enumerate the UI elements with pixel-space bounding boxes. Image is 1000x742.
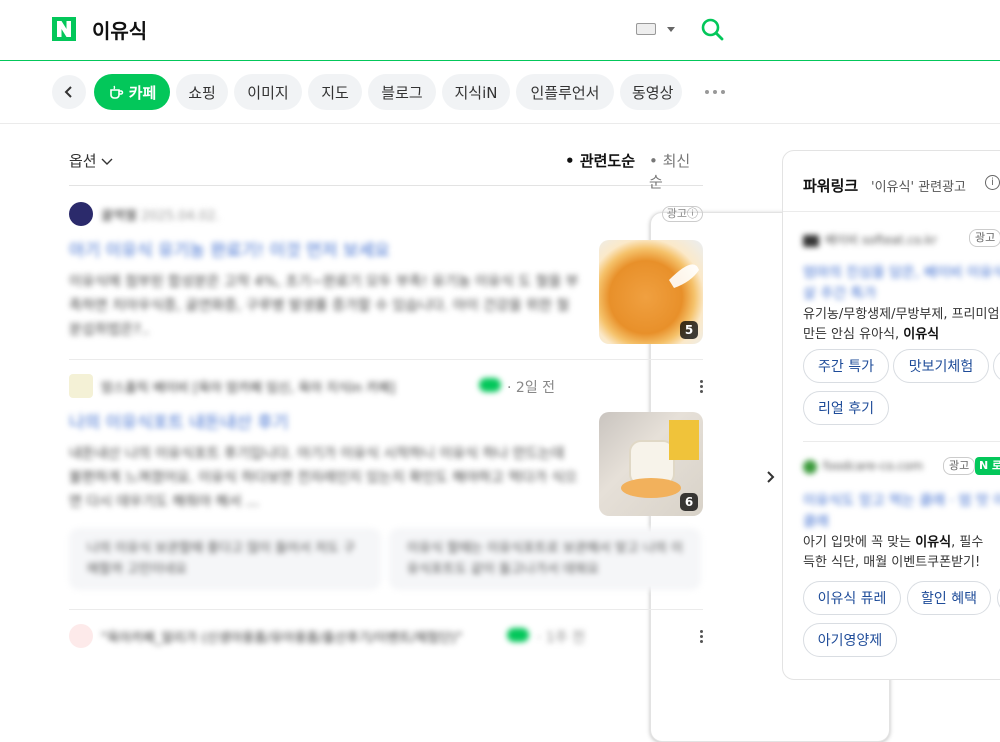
result-source[interactable]: 쿨맥웰 2025.04.02.: [101, 205, 220, 224]
tab-blog[interactable]: 블로그: [368, 74, 436, 110]
avatar[interactable]: [69, 202, 93, 226]
result-title-link[interactable]: 아기 이유식 유기농 완료기! 이것 먼저 보세요: [69, 236, 390, 261]
result-title-link[interactable]: 나의 이유식포트 내돈내산 후기: [69, 408, 289, 433]
ad-source[interactable]: foodcare-co.com: [803, 459, 923, 474]
tab-video[interactable]: 동영상: [620, 74, 682, 110]
tab-label: 인플루언서: [530, 83, 600, 102]
result-thumbnail[interactable]: 6: [599, 412, 703, 516]
tab-label: 블로그: [381, 83, 423, 102]
naver-logo-icon[interactable]: [52, 17, 76, 41]
tab-cafe[interactable]: 카페: [94, 74, 170, 110]
keyboard-icon[interactable]: [636, 23, 656, 35]
ad-title-link[interactable]: 엄마의 진심을 담은, 베이비 이유식 독살 주간 특가: [803, 263, 1000, 305]
tabs-prev-button[interactable]: [52, 75, 86, 109]
chevron-right-icon: [767, 471, 775, 483]
sort-latest[interactable]: • 최신순: [649, 150, 703, 192]
divider: [803, 441, 1000, 442]
sort-latest-label: 최신순: [649, 152, 691, 191]
result-item: 쿨맥웰 2025.04.02. 광고ⓘ 아기 이유식 유기농 완료기! 이것 먼…: [69, 202, 703, 360]
result-description: 내돈내산 나의 이유식포트 후기입니다. 아기가 이유식 시작하니 이유식 하나…: [69, 446, 578, 510]
tab-map[interactable]: 지도: [308, 74, 362, 110]
options-label: 옵션: [69, 152, 97, 170]
result-thumbnail[interactable]: 5: [599, 240, 703, 344]
result-time: · 2일 전: [507, 380, 556, 396]
cafe-badge: [507, 628, 529, 642]
sort-relevance[interactable]: • 관련도순: [565, 150, 635, 171]
kebab-menu-icon[interactable]: [700, 630, 703, 643]
search-icon[interactable]: [700, 17, 724, 41]
ad-chip-more[interactable]: [993, 349, 1000, 383]
site-icon: [803, 234, 819, 247]
tab-label: 쇼핑: [188, 83, 216, 102]
search-query-input[interactable]: 이유식: [92, 15, 147, 44]
more-icon[interactable]: [705, 90, 725, 94]
ad-chip-discount[interactable]: 할인 혜택: [907, 581, 991, 615]
ad-description: 득한 식단, 매월 이벤트쿠폰받기!: [803, 555, 981, 570]
result-item: "육아카페_알리가 (신생아용품/유아용품/출산후기/이벤트/체험단)" · 1…: [69, 624, 703, 660]
tab-label: 동영상: [632, 83, 674, 102]
tab-shopping[interactable]: 쇼핑: [176, 74, 228, 110]
tab-label: 카페: [128, 83, 157, 102]
tab-label: 이미지: [247, 83, 289, 102]
sort-bar: 옵션 • 관련도순 • 최신순: [69, 150, 703, 191]
ad-chip-supplement[interactable]: 아기영양제: [803, 623, 897, 657]
chevron-down-icon: [101, 158, 113, 165]
product-image: [621, 478, 681, 498]
ad-title-link[interactable]: 이유식도 믿고 먹는 클래 · 엄 맛 이유식 클래: [803, 491, 1000, 533]
related-post-card[interactable]: 이유식 할때는 이유식포트로 보관해서 맞고 나의 이유식포트도 같이 들고나가…: [389, 528, 701, 590]
tab-label: 지도: [321, 83, 349, 102]
cafe-badge: [479, 378, 501, 392]
ad-badge: 광고: [969, 229, 1000, 247]
avatar[interactable]: [69, 624, 93, 648]
ad-chip-reviews[interactable]: 리얼 후기: [803, 391, 889, 425]
chevron-left-icon: [64, 86, 72, 98]
ad-chip-weekly-deal[interactable]: 주간 특가: [803, 349, 889, 383]
result-description: 이유식에 첨부된 합성분은 고작 4%, 초기~완료기 모두 부족! 유기농 이…: [69, 274, 579, 338]
powerlink-subtitle: '이유식' 관련광고: [871, 180, 966, 195]
ad-badge: 광고: [943, 457, 976, 475]
search-tabs: 카페 쇼핑 이미지 지도 블로그 지식iN 인플루언서 동영상: [0, 62, 1000, 742]
ad-description: 유기농/무항생제/무방부제, 프리미엄: [803, 307, 1000, 322]
ad-chip-trial[interactable]: 맛보기체험: [893, 349, 989, 383]
related-post-card[interactable]: 나의 이유식 보관할때 좋다고 많이 들어서 저도 구매할까 고민이네요: [69, 528, 381, 590]
naver-pay-badge: N 로: [975, 457, 1000, 475]
tab-influencer[interactable]: 인플루언서: [516, 74, 614, 110]
info-icon[interactable]: i: [985, 175, 1000, 190]
tab-label: 지식iN: [454, 83, 498, 102]
site-icon: [803, 459, 817, 474]
powerlink-header: 파워링크 '이유식' 관련광고 i: [783, 151, 1000, 212]
chevron-down-icon[interactable]: [667, 27, 675, 32]
kebab-menu-icon[interactable]: [700, 380, 703, 393]
tab-images[interactable]: 이미지: [234, 74, 302, 110]
tab-kin[interactable]: 지식iN: [442, 74, 510, 110]
image-count: 5: [680, 321, 698, 339]
result-time: · 1주 전: [537, 630, 586, 646]
options-button[interactable]: 옵션: [69, 150, 113, 171]
result-source[interactable]: 맘스홀릭 베이비 [육아 맘카페 임신, 육아 지식in 카페]: [101, 377, 471, 396]
search-header: 이유식: [0, 0, 1000, 61]
ad-description: 만든 안심 유아식, 이유식: [803, 327, 940, 342]
result-item: 맘스홀릭 베이비 [육아 맘카페 임신, 육아 지식in 카페] · 2일 전 …: [69, 374, 703, 610]
cafe-icon: [109, 85, 123, 99]
ad-chip-puree[interactable]: 이유식 퓨레: [803, 581, 901, 615]
product-image: [669, 420, 699, 460]
powerlink-title: 파워링크: [803, 177, 859, 195]
sort-relevance-label: 관련도순: [579, 152, 636, 170]
result-source[interactable]: "육아카페_알리가 (신생아용품/유아용품/출산후기/이벤트/체험단)": [101, 627, 501, 646]
ad-badge[interactable]: 광고ⓘ: [661, 206, 703, 222]
image-count: 6: [680, 493, 698, 511]
powerlink-panel: 파워링크 '이유식' 관련광고 i 베이비 softeat.co.kr 광고 엄…: [782, 150, 1000, 680]
ad-description: 아기 입맛에 꼭 맞는 이유식, 필수: [803, 535, 984, 550]
ad-source[interactable]: 베이비 softeat.co.kr: [803, 231, 937, 248]
avatar[interactable]: [69, 374, 93, 398]
